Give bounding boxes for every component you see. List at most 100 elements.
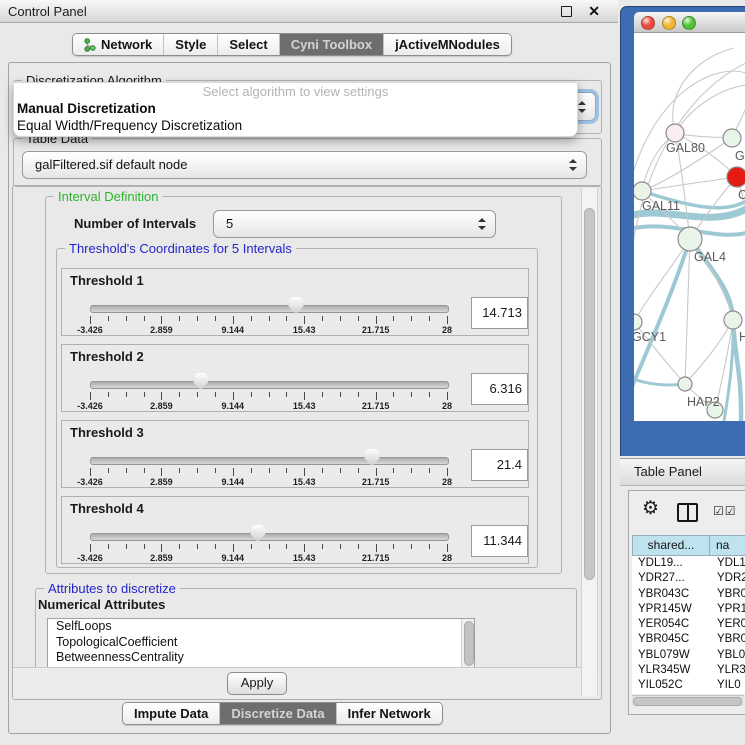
scrollbar-thumb[interactable] [633,697,742,706]
tick-label: 28 [442,553,452,563]
threshold-slider[interactable]: -3.4262.8599.14415.4321.71528 [90,345,447,411]
checkbox-icons[interactable]: ☑☑ [713,504,737,518]
network-node[interactable] [724,311,742,329]
tick-mark [286,392,287,397]
tick-label: 2.859 [150,477,173,487]
table-row[interactable]: YBR043CYBR0 [632,587,745,602]
group-title: Threshold's Coordinates for 5 Intervals [65,241,296,256]
tab-network[interactable]: Network [73,34,163,55]
slider-track[interactable] [90,457,449,465]
numerical-attributes-list[interactable]: SelfLoopsTopologicalCoefficientBetweenne… [47,618,475,669]
float-window-icon[interactable] [561,6,572,17]
combo-arrows-icon [578,101,586,113]
table-row[interactable]: YPR145WYPR1 [632,602,745,617]
tick-mark [179,392,180,397]
attribute-item[interactable]: TopologicalCoefficient [48,635,474,651]
table-horizontal-scrollbar[interactable] [632,695,744,706]
apply-button[interactable]: Apply [227,672,287,695]
scrollbar-thumb[interactable] [584,208,595,580]
tab-cyni-toolbox[interactable]: Cyni Toolbox [279,34,383,55]
network-node[interactable] [678,227,702,251]
slider-track[interactable] [90,381,449,389]
network-node[interactable] [723,129,741,147]
table-data-combobox[interactable]: galFiltered.sif default node [22,151,587,179]
dropdown-option[interactable]: Manual Discretization [17,101,156,116]
gear-icon[interactable]: ⚙ [642,499,659,519]
cell-shared-name: YER054C [638,617,689,632]
tick-mark [108,316,109,321]
network-window-titlebar[interactable] [634,12,745,33]
tick-mark [126,392,127,397]
tab-label: Infer Network [348,706,431,721]
list-scrollbar[interactable] [461,619,474,668]
tick-label: -3.426 [77,477,103,487]
attribute-item[interactable]: SelfLoops [48,619,474,635]
network-node[interactable] [634,182,651,200]
tab-select[interactable]: Select [217,34,278,55]
dropdown-placeholder-option[interactable]: Select algorithm to view settings [14,84,577,99]
slider-track[interactable] [90,305,449,313]
table-row[interactable]: YLR345WYLR3 [632,663,745,678]
split-columns-icon[interactable] [677,503,698,522]
tab-jactivemnodules[interactable]: jActiveMNodules [383,34,511,55]
group-title: Attributes to discretize [44,581,180,596]
threshold-value-field[interactable]: 21.4 [471,449,528,481]
tick-mark [179,544,180,549]
network-node[interactable] [666,124,684,142]
network-view-window: GAL80GACGAL11GAL4GCY1HHAP2 [620,6,745,456]
tick-mark [411,316,412,321]
network-node[interactable] [727,167,745,187]
slider-track[interactable] [90,533,449,541]
table-row[interactable]: YBR045CYBR0 [632,632,745,647]
table-panel-body: ⚙ ☑☑ shared... na YDL19...YDL1YDR27...YD… [628,490,745,715]
column-header-shared[interactable]: shared... [632,535,710,556]
bottom-tab-bar: Impute Data Discretize Data Infer Network [122,702,443,725]
threshold-value-field[interactable]: 11.344 [471,525,528,557]
tick-mark [411,468,412,473]
combo-arrows-icon [478,218,486,230]
column-header-name[interactable]: na [709,535,745,556]
attribute-item[interactable]: BetweennessCentrality [48,650,474,666]
tick-mark [269,392,270,397]
network-node[interactable] [634,314,642,330]
network-canvas[interactable]: GAL80GACGAL11GAL4GCY1HHAP2 [634,33,745,421]
table-row[interactable]: YER054CYER0 [632,617,745,632]
tick-mark [447,392,448,400]
tab-infer-network[interactable]: Infer Network [336,703,442,724]
node-label: GCY1 [634,330,666,344]
threshold-value-field[interactable]: 6.316 [471,373,528,405]
tick-mark [233,316,234,324]
number-of-intervals-combobox[interactable]: 5 [213,210,496,238]
table-row[interactable]: YIL052CYIL0 [632,678,745,693]
zoom-button[interactable] [682,16,696,30]
tab-discretize-data[interactable]: Discretize Data [219,703,335,724]
tick-label: 21.715 [362,553,390,563]
table-row[interactable]: YBL079WYBL0 [632,648,745,663]
threshold-slider[interactable]: -3.4262.8599.14415.4321.71528 [90,497,447,563]
table-row[interactable]: YDL19...YDL1 [632,556,745,571]
tab-impute-data[interactable]: Impute Data [123,703,219,724]
table-row[interactable]: YDR27...YDR2 [632,571,745,586]
cell-name: YDL1 [717,556,745,571]
close-icon[interactable]: ✕ [588,2,600,20]
tick-mark [161,544,162,552]
tick-label: 15.43 [293,553,316,563]
tab-label: Select [229,37,267,52]
tick-mark [161,316,162,324]
network-node[interactable] [678,377,692,391]
tick-mark [144,468,145,473]
tick-mark [304,392,305,400]
threshold-value-field[interactable]: 14.713 [471,297,528,329]
group-title: Interval Definition [54,189,162,204]
tab-label: Discretize Data [231,706,324,721]
main-scrollbar[interactable] [581,188,598,696]
scrollbar-thumb[interactable] [464,621,474,666]
close-button[interactable] [641,16,655,30]
tab-style[interactable]: Style [163,34,217,55]
node-label: GAL4 [694,250,726,264]
dropdown-option[interactable]: Equal Width/Frequency Discretization [17,118,242,133]
minimize-button[interactable] [662,16,676,30]
threshold-slider[interactable]: -3.4262.8599.14415.4321.71528 [90,269,447,335]
threshold-slider[interactable]: -3.4262.8599.14415.4321.71528 [90,421,447,487]
tick-mark [358,316,359,321]
